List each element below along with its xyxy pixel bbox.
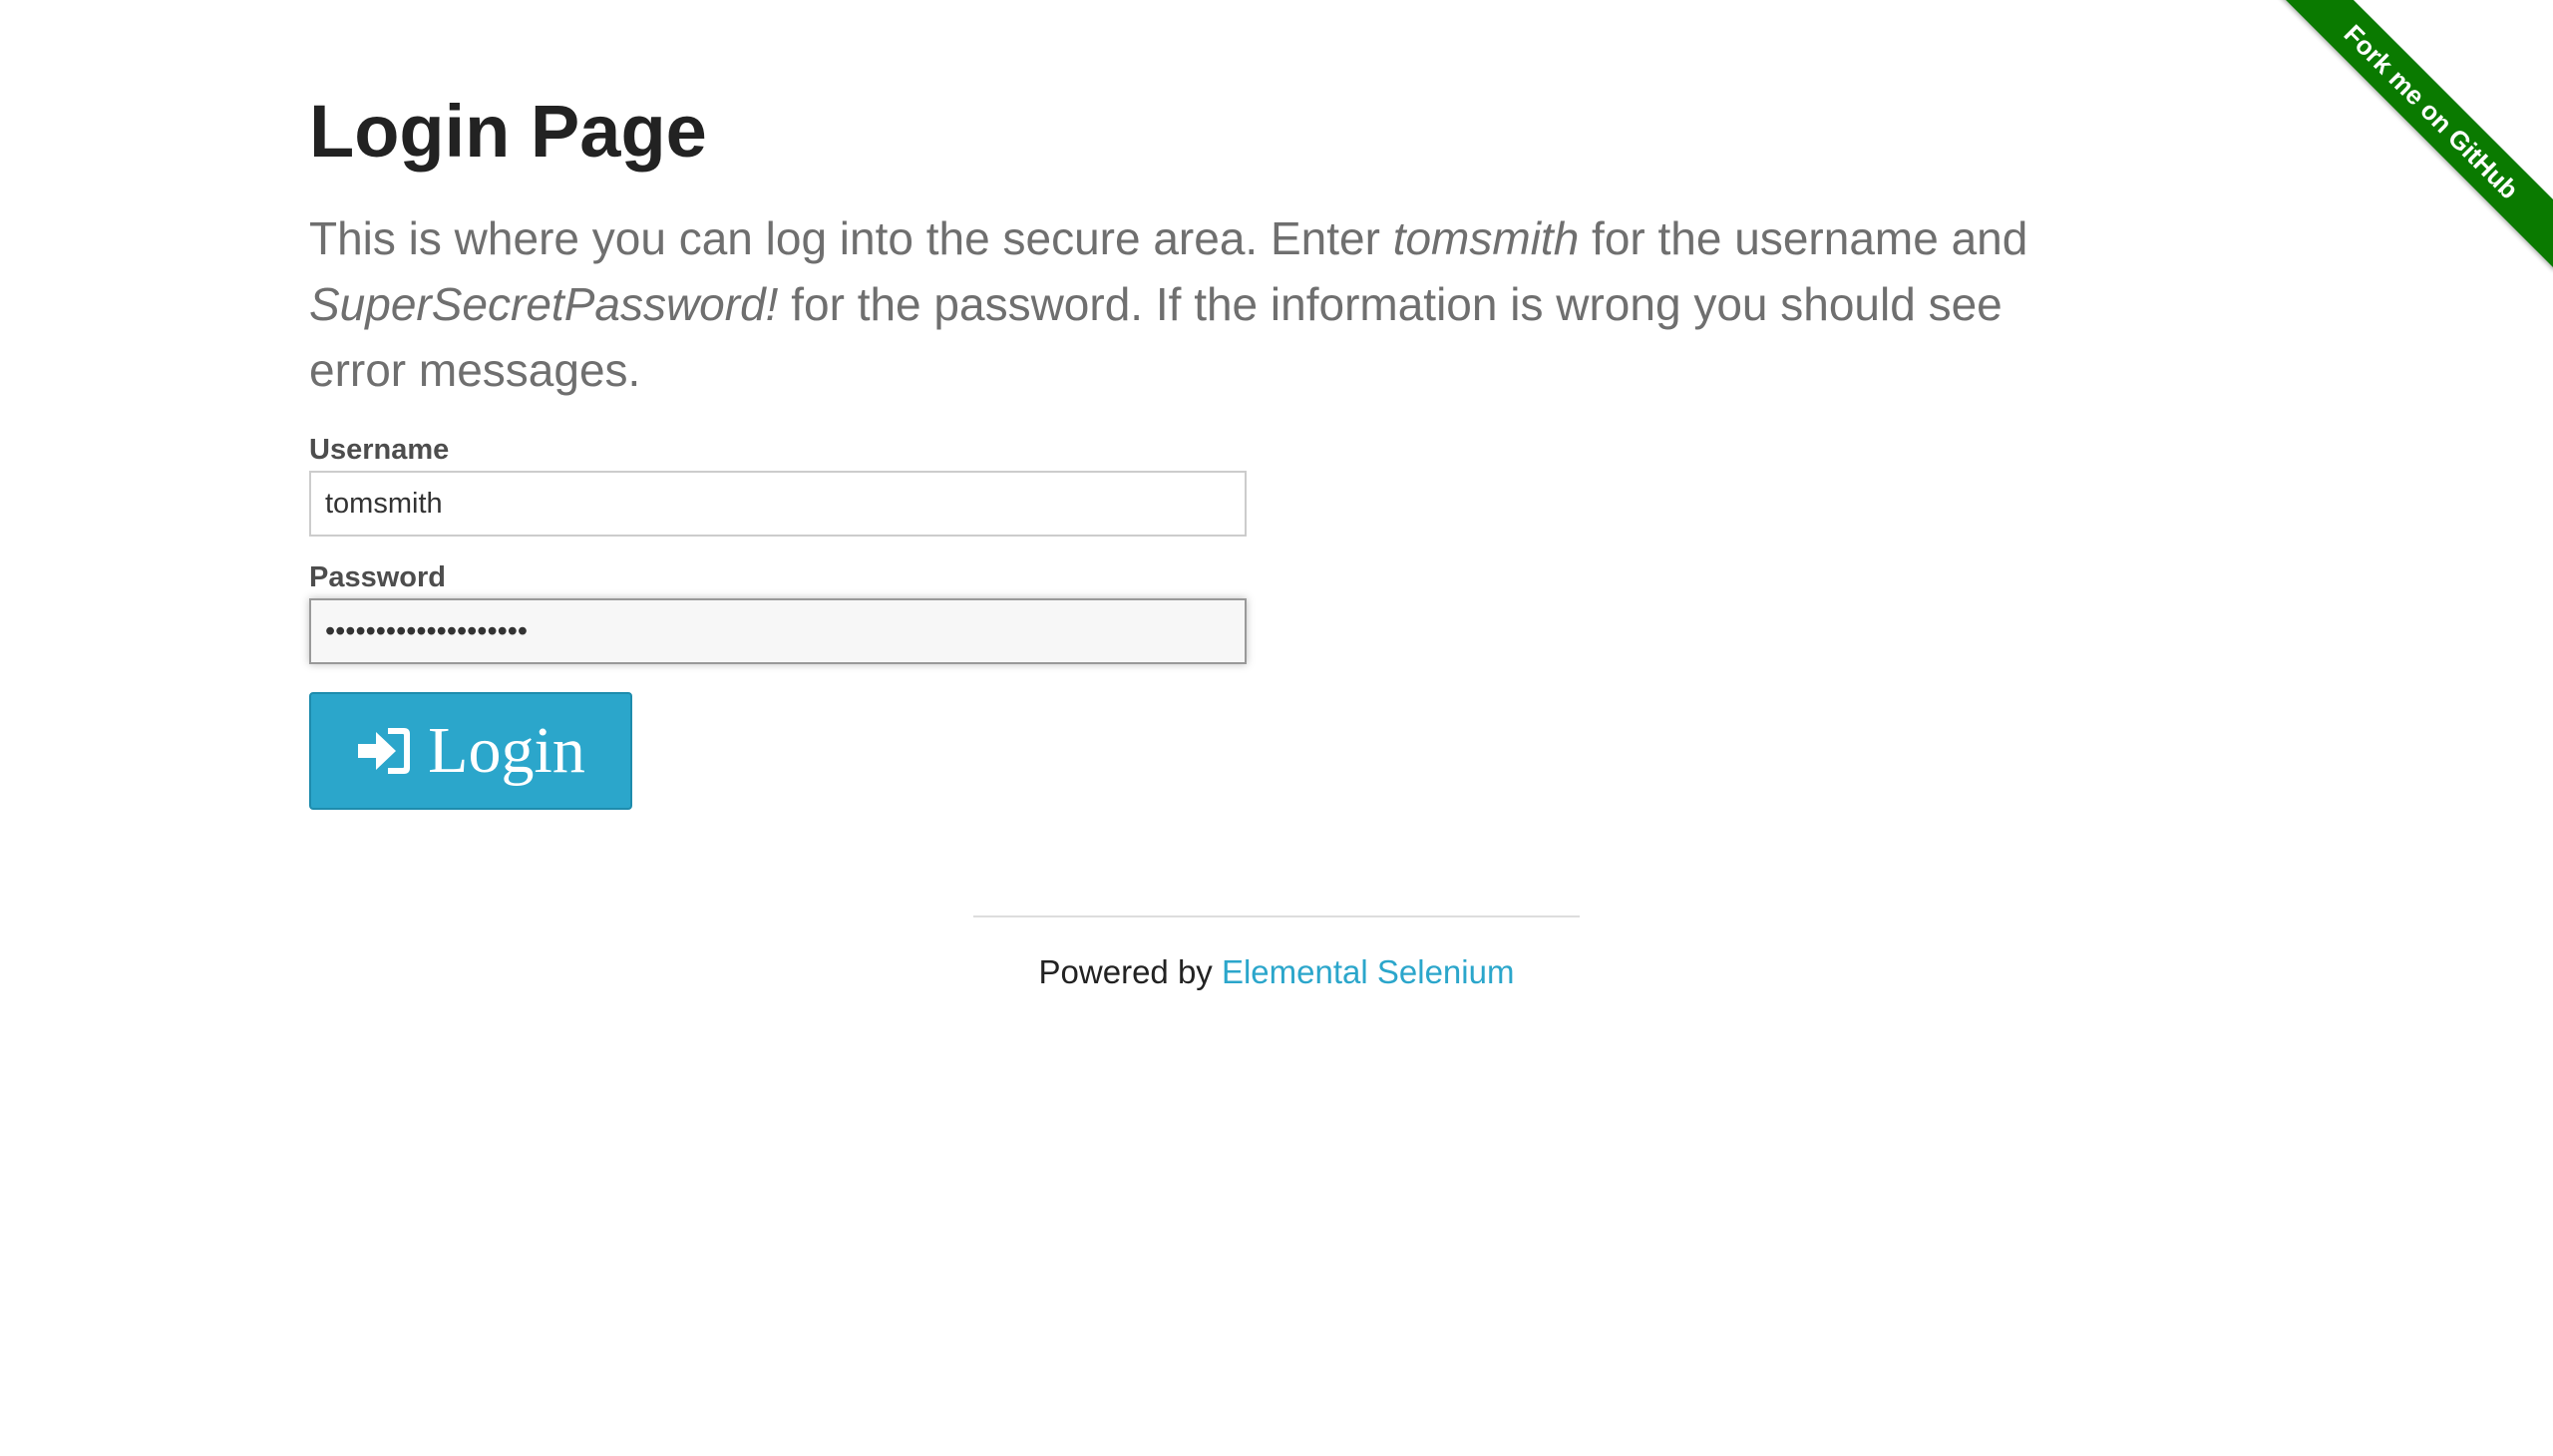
login-button-label: Login: [428, 714, 585, 787]
subheader-text-1: This is where you can log into the secur…: [309, 212, 1393, 264]
sign-in-icon: [356, 722, 414, 780]
login-form: Username Password Login: [309, 433, 2094, 810]
page-title: Login Page: [309, 90, 707, 173]
login-button[interactable]: Login: [309, 692, 632, 810]
password-input[interactable]: [309, 598, 1247, 664]
password-hint: SuperSecretPassword!: [309, 278, 779, 330]
subheader-text-2: for the username and: [1579, 212, 2028, 264]
footer-prefix: Powered by: [1038, 953, 1222, 990]
username-input[interactable]: [309, 471, 1247, 537]
username-hint: tomsmith: [1392, 212, 1580, 264]
main-content: Login Page This is where you can log int…: [309, 80, 2094, 810]
elemental-selenium-link[interactable]: Elemental Selenium: [1222, 953, 1515, 990]
page-root: Fork me on GitHub Login Page This is whe…: [0, 0, 2553, 1456]
page-subheader: This is where you can log into the secur…: [309, 205, 2094, 403]
github-ribbon-container: Fork me on GitHub: [2254, 0, 2553, 299]
fork-me-on-github-ribbon[interactable]: Fork me on GitHub: [2273, 0, 2553, 270]
page-footer: Powered by Elemental Selenium: [0, 947, 2553, 997]
password-label: Password: [309, 561, 446, 593]
footer-divider: [973, 915, 1580, 917]
username-label: Username: [309, 434, 450, 466]
